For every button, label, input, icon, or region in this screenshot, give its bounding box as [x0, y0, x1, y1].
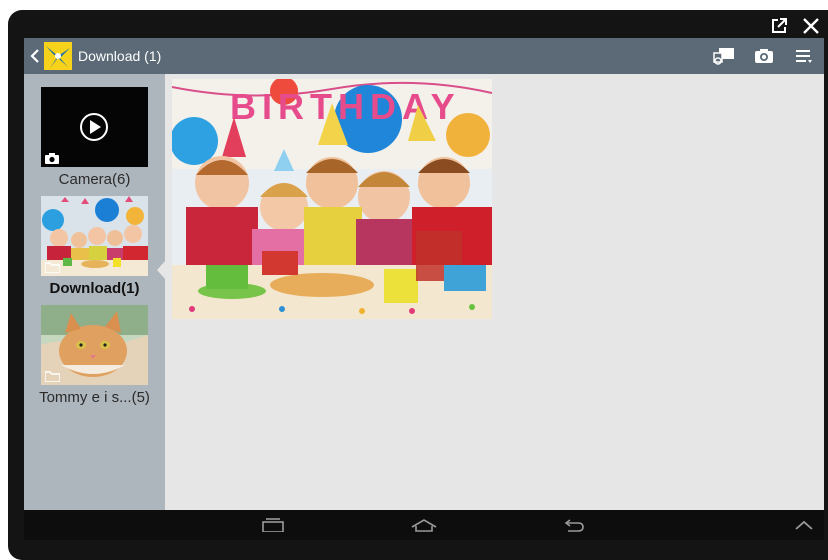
action-bar-buttons: [704, 38, 824, 74]
gallery-screen: Download (1) Camera(6) Download(1) Tommy…: [24, 38, 824, 510]
album-label: Camera(6): [58, 171, 131, 188]
folder-icon: [45, 371, 60, 382]
birthday-party-photo[interactable]: BIRTHDAY: [172, 79, 492, 319]
album-thumbnail: [41, 196, 148, 276]
page-title: Download (1): [78, 48, 162, 64]
chevron-left-icon[interactable]: [28, 38, 42, 74]
camera-icon: [45, 153, 59, 164]
album-tommy[interactable]: Tommy e i s...(5): [24, 305, 165, 409]
birthday-banner-text: BIRTHDAY: [230, 86, 461, 127]
gallery-app-icon[interactable]: [44, 42, 72, 70]
recent-apps-icon[interactable]: [253, 510, 293, 540]
album-thumbnail: [41, 305, 148, 385]
back-icon[interactable]: [554, 510, 594, 540]
popout-icon[interactable]: [768, 15, 790, 37]
folder-icon: [45, 262, 60, 273]
album-thumbnail: [41, 87, 148, 167]
album-download[interactable]: Download(1): [24, 196, 165, 300]
camera-icon[interactable]: [744, 38, 784, 74]
share-to-device-icon[interactable]: [704, 38, 744, 74]
home-icon[interactable]: [404, 510, 444, 540]
album-sidebar: Camera(6) Download(1) Tommy e i s...(5): [24, 74, 166, 510]
system-nav-bar: [24, 510, 824, 540]
chevron-up-icon[interactable]: [784, 510, 824, 540]
album-label: Tommy e i s...(5): [39, 389, 150, 406]
close-icon[interactable]: [800, 15, 822, 37]
action-bar: Download (1): [24, 38, 824, 74]
album-camera[interactable]: Camera(6): [24, 87, 165, 191]
window-controls: [768, 14, 822, 38]
menu-icon[interactable]: [784, 38, 824, 74]
photo-grid: BIRTHDAY: [165, 74, 824, 510]
album-label: Download(1): [49, 280, 140, 297]
